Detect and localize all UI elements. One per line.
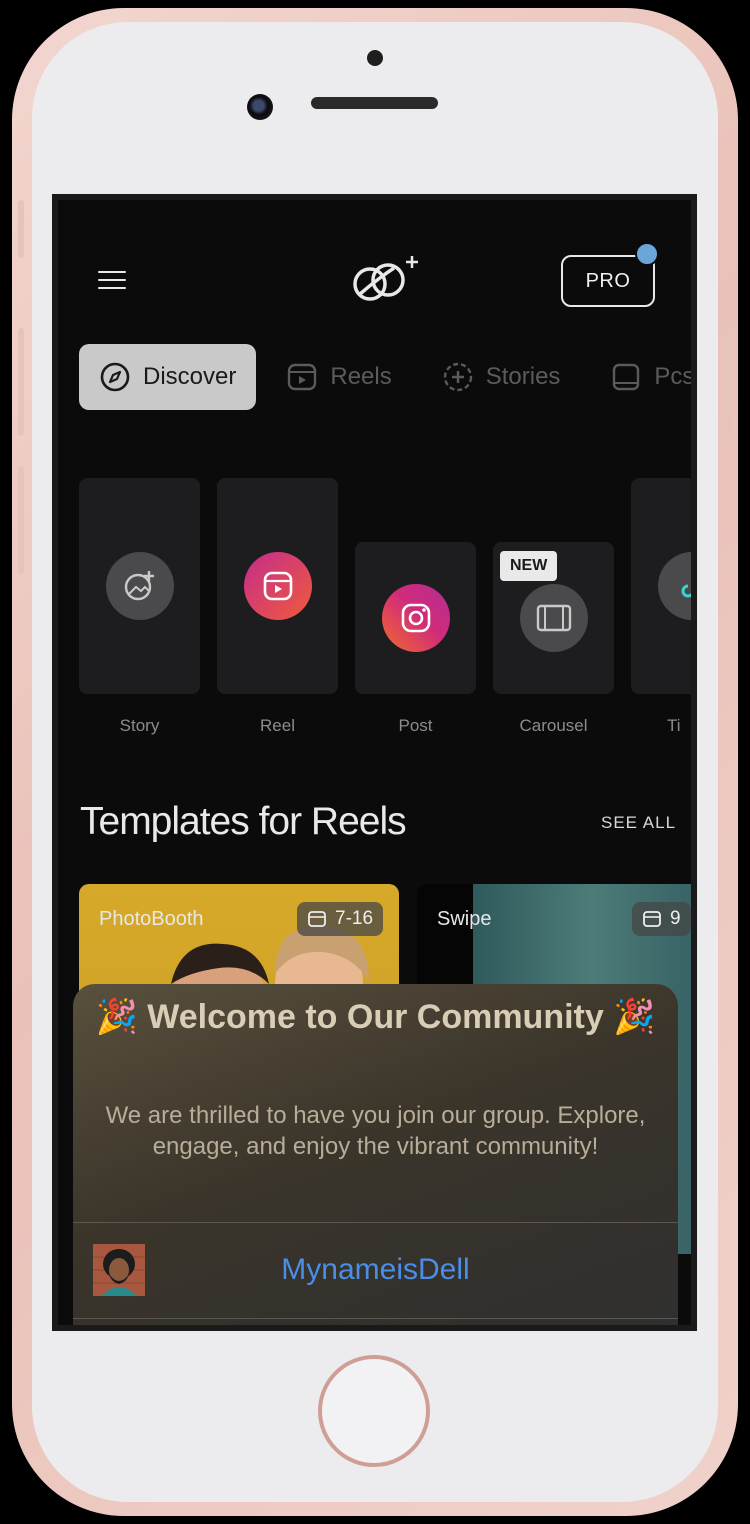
create-post-card[interactable] <box>355 542 476 694</box>
welcome-dialog: 🎉 Welcome to Our Community 🎉 We are thri… <box>73 984 678 1325</box>
dialog-divider <box>73 1318 678 1319</box>
create-story-card[interactable] <box>79 478 200 694</box>
template-name: PhotoBooth <box>99 908 204 930</box>
mute-switch <box>18 200 24 258</box>
home-button[interactable] <box>318 1355 430 1467</box>
app-screen: PRO Discover Reels Stories Pcs NEW Story… <box>52 194 697 1331</box>
dialog-title: 🎉 Welcome to Our Community 🎉 <box>95 998 656 1036</box>
tiktok-icon <box>658 552 691 620</box>
tab-stories-label: Stories <box>485 363 561 390</box>
carousel-label: Carousel <box>519 716 588 735</box>
tab-discover-label: Discover <box>143 363 237 390</box>
see-all-link[interactable]: SEE ALL <box>601 813 676 833</box>
app-logo-icon <box>353 256 418 301</box>
volume-down-button <box>18 466 24 574</box>
category-tabs: Discover Reels Stories Pcs <box>79 343 695 411</box>
clip-icon <box>643 911 661 927</box>
tab-posts-label: Pcs <box>654 363 695 390</box>
image-plus-icon <box>106 552 174 620</box>
template-clip-count: 9 <box>632 902 691 936</box>
reels-icon <box>286 361 318 393</box>
tab-reels[interactable]: Reels <box>266 344 411 410</box>
dialog-message: We are thrilled to have you join our gro… <box>105 1102 646 1160</box>
reel-label: Reel <box>260 716 295 735</box>
post-label: Post <box>398 716 433 735</box>
earpiece-speaker <box>311 97 438 109</box>
proximity-sensor <box>367 50 383 66</box>
template-count-text: 7-16 <box>335 908 374 929</box>
create-tiktok-card[interactable] <box>631 478 691 694</box>
template-name: Swipe <box>437 908 492 930</box>
user-row[interactable]: MynameisDell <box>73 1223 678 1319</box>
front-camera <box>247 94 273 120</box>
tab-discover[interactable]: Discover <box>79 344 257 410</box>
tiktok-label: Ti <box>667 716 681 735</box>
new-badge: NEW <box>500 551 558 581</box>
template-clip-count: 7-16 <box>297 902 384 936</box>
pro-label: PRO <box>585 269 631 292</box>
notification-dot <box>635 242 659 266</box>
clip-icon <box>308 911 326 927</box>
tab-stories[interactable]: Stories <box>422 344 581 410</box>
stories-plus-icon <box>442 361 474 393</box>
tab-reels-label: Reels <box>330 363 392 390</box>
volume-up-button <box>18 328 24 436</box>
create-reel-card[interactable] <box>217 478 338 694</box>
post-square-icon <box>610 361 642 393</box>
template-count-text: 9 <box>670 908 681 929</box>
section-title: Templates for Reels <box>80 800 407 843</box>
story-label: Story <box>119 716 160 735</box>
instagram-icon <box>382 584 450 652</box>
tab-posts[interactable]: Pcs <box>590 344 695 410</box>
menu-icon[interactable] <box>98 268 128 292</box>
compass-icon <box>99 361 131 393</box>
film-frame-icon <box>520 584 588 652</box>
username-link[interactable]: MynameisDell <box>73 1253 678 1287</box>
power-button <box>726 330 732 438</box>
instagram-reels-icon <box>244 552 312 620</box>
